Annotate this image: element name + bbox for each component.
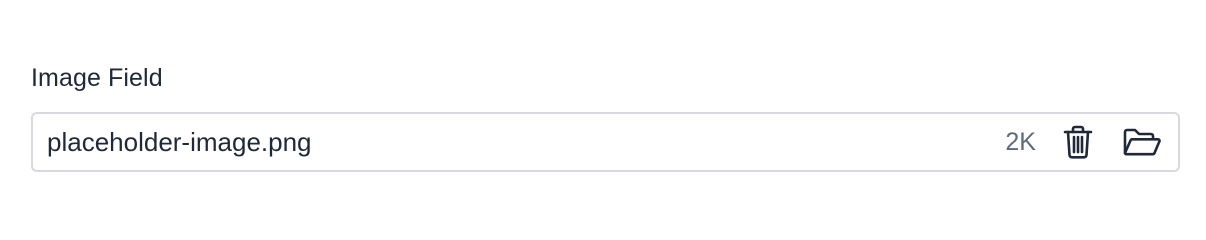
file-name: placeholder-image.png	[47, 127, 312, 157]
delete-file-button[interactable]	[1062, 124, 1094, 160]
image-field-label: Image Field	[31, 64, 163, 92]
trash-icon	[1063, 125, 1093, 159]
folder-open-icon	[1123, 128, 1161, 156]
image-field: Image Field placeholder-image.png 2K	[31, 62, 1180, 172]
file-size: 2K	[1005, 128, 1036, 156]
file-input-box[interactable]: placeholder-image.png 2K	[31, 112, 1180, 172]
open-file-button[interactable]	[1122, 126, 1162, 158]
